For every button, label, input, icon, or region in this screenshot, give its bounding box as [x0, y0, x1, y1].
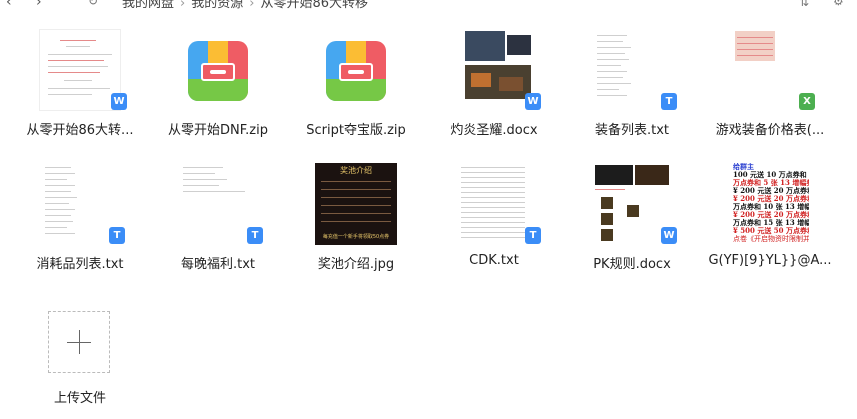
breadcrumb-item[interactable]: 我的网盘 — [122, 0, 174, 11]
file-name: G(YF)[9}YL}}@A... — [708, 253, 832, 268]
file-name: 每晚福利.txt — [180, 257, 256, 272]
txt-badge-icon: T — [109, 227, 125, 244]
upload-button[interactable] — [48, 311, 110, 373]
txt-badge-icon: T — [525, 227, 541, 244]
gear-icon[interactable]: ⚙ — [833, 0, 847, 8]
breadcrumb-item[interactable]: 我的资源 — [191, 0, 243, 11]
file-name: 从零开始DNF.zip — [168, 123, 268, 138]
file-tile[interactable]: 给群主 100 元送 10 万点券和 2 张 13 万点券和 5 张 13 增幅… — [705, 163, 835, 283]
file-name: 灼炎圣耀.docx — [450, 123, 538, 138]
file-tile[interactable]: T CDK.txt — [429, 163, 559, 283]
breadcrumb: 我的网盘 › 我的资源 › 从零开始86大转移 — [122, 0, 368, 11]
back-arrow-icon[interactable]: ‹ — [6, 0, 28, 10]
doc-thumbnail — [463, 29, 533, 109]
word-badge-icon: W — [525, 93, 541, 110]
breadcrumb-item[interactable]: 从零开始86大转移 — [260, 0, 368, 11]
image-thumbnail: 给群主 100 元送 10 万点券和 2 张 13 万点券和 5 张 13 增幅… — [733, 163, 809, 245]
txt-badge-icon: T — [247, 227, 263, 244]
upload-label[interactable]: 上传文件 — [30, 387, 130, 406]
excel-badge-icon: X — [799, 93, 815, 110]
file-tile[interactable]: W 灼炎圣耀.docx — [429, 29, 559, 149]
refresh-icon[interactable]: ↻ — [88, 0, 104, 8]
file-name: 奖池介绍.jpg — [317, 257, 395, 272]
file-tile[interactable]: T 装备列表.txt — [567, 29, 697, 149]
file-name: CDK.txt — [469, 253, 519, 268]
file-name: 游戏装备价格表(... — [715, 123, 825, 138]
zip-archive-icon — [188, 41, 248, 101]
file-tile[interactable]: W 从零开始86大转... — [15, 29, 145, 149]
file-tile[interactable]: X 游戏装备价格表(... — [705, 29, 835, 149]
image-text-line: 点卷《开启物资时限制并 — [733, 235, 809, 243]
txt-badge-icon: T — [661, 93, 677, 110]
image-text-line: ¥ 500 元送 50 万点券和 10 张 — [733, 226, 809, 235]
zip-archive-icon — [326, 41, 386, 101]
txt-thumbnail — [181, 163, 251, 243]
file-tile[interactable]: W PK规则.docx — [567, 163, 697, 283]
file-name: 从零开始86大转... — [26, 123, 134, 138]
toolbar: ‹ › ↻ 我的网盘 › 我的资源 › 从零开始86大转移 ⇅ ⚙ — [0, 0, 857, 16]
jpg-title: 奖池介绍 — [340, 166, 372, 175]
txt-thumbnail — [43, 163, 113, 243]
txt-thumbnail — [459, 163, 529, 243]
word-badge-icon: W — [111, 93, 127, 110]
file-name: Script夺宝版.zip — [306, 123, 406, 138]
jpg-footer: 每充值一个新手将领取50点券 — [322, 234, 390, 240]
forward-arrow-icon[interactable]: › — [36, 0, 58, 10]
file-tile[interactable]: T 消耗品列表.txt — [15, 163, 145, 283]
file-tile[interactable]: T 每晚福利.txt — [153, 163, 283, 283]
file-name: 消耗品列表.txt — [36, 257, 124, 272]
doc-thumbnail — [39, 29, 121, 111]
word-badge-icon: W — [661, 227, 677, 244]
file-name: 装备列表.txt — [594, 123, 670, 138]
txt-thumbnail — [595, 29, 665, 109]
file-tile[interactable]: Script夺宝版.zip — [291, 29, 421, 149]
sort-icon[interactable]: ⇅ — [799, 0, 813, 9]
file-tile[interactable]: 从零开始DNF.zip — [153, 29, 283, 149]
file-tile[interactable]: 奖池介绍 每充值一个新手将领取50点券 奖池介绍.jpg — [291, 163, 421, 283]
jpg-thumbnail: 奖池介绍 每充值一个新手将领取50点券 — [315, 163, 397, 245]
file-name: PK规则.docx — [593, 257, 671, 272]
